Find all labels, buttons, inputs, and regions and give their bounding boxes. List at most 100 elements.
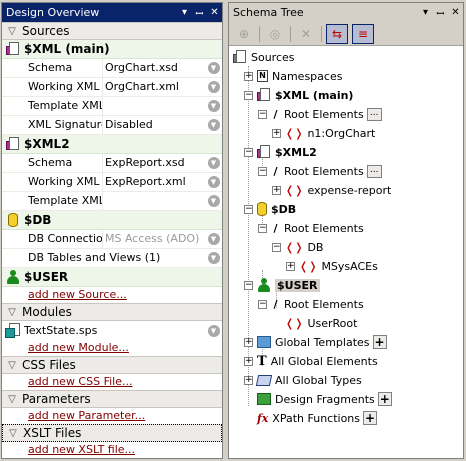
dropdown-icon[interactable]: ▼ <box>207 81 220 93</box>
collapse-icon[interactable]: − <box>258 109 267 119</box>
edit-root-elements-button[interactable]: ... <box>366 107 382 121</box>
dropdown-icon[interactable]: ▼ <box>207 119 220 131</box>
collapse-icon[interactable]: − <box>258 223 267 233</box>
section-xslt-files[interactable]: ▽ XSLT Files <box>2 424 222 442</box>
tree-item-xml2[interactable]: − $XML2 <box>244 143 317 161</box>
show-only-used-icon[interactable]: ≡ <box>352 23 374 44</box>
tree-item-expense-report[interactable]: + ❬❭ expense-report <box>272 181 391 199</box>
collapse-icon[interactable]: − <box>244 90 253 100</box>
collapse-icon[interactable]: − <box>258 299 267 309</box>
dropdown-icon[interactable]: ▼ <box>207 100 220 112</box>
property-value[interactable]: OrgChart.xml <box>103 78 205 96</box>
tree-item-msysaces[interactable]: + ❬❭ MSysACEs <box>286 257 378 275</box>
property-row[interactable]: DB Connection MS Access (ADO) ▼ <box>2 230 222 249</box>
add-design-fragment-button[interactable]: + <box>377 392 392 406</box>
dropdown-icon[interactable]: ▼ <box>207 157 220 169</box>
tree-item-global-templates[interactable]: + Global Templates + <box>244 333 387 351</box>
add-xslt-link[interactable]: add new XSLT file... <box>2 442 222 458</box>
expand-icon[interactable]: + <box>244 71 253 81</box>
dropdown-icon[interactable]: ▼ <box>207 62 220 74</box>
module-item[interactable]: TextState.sps ▼ <box>2 321 222 340</box>
dropdown-icon[interactable]: ▼ <box>207 233 220 245</box>
tree-item-namespaces[interactable]: + N Namespaces <box>244 67 342 85</box>
collapse-icon[interactable]: ▽ <box>2 26 22 37</box>
expand-icon[interactable]: + <box>286 261 295 271</box>
add-source-link[interactable]: add new Source... <box>2 287 222 303</box>
section-modules[interactable]: ▽ Modules <box>2 303 222 321</box>
panel-menu-icon[interactable]: ▾ <box>418 7 433 18</box>
section-css-files[interactable]: ▽ CSS Files <box>2 356 222 374</box>
property-row[interactable]: DB Tables and Views (1) ▼ <box>2 249 222 268</box>
tree-item-root-elements[interactable]: − / Root Elements <box>258 295 364 313</box>
tree-item-orgchart[interactable]: + ❬❭ n1:OrgChart <box>272 124 375 142</box>
sort-tree-icon[interactable]: ⇆ <box>326 23 348 44</box>
section-parameters[interactable]: ▽ Parameters <box>2 390 222 408</box>
source-user[interactable]: $USER <box>2 268 222 287</box>
tree-item-root-elements[interactable]: − / Root Elements <box>258 219 364 237</box>
collapse-icon[interactable]: − <box>244 204 253 214</box>
tree-item-xpath-functions[interactable]: fx XPath Functions + <box>257 409 378 427</box>
property-value[interactable] <box>182 249 205 267</box>
dropdown-icon[interactable]: ▼ <box>207 324 220 337</box>
property-row[interactable]: XML Signature Disabled ▼ <box>2 116 222 135</box>
expand-icon[interactable]: + <box>272 185 281 195</box>
collapse-icon[interactable]: − <box>258 166 267 176</box>
property-row[interactable]: Working XML OrgChart.xml ▼ <box>2 78 222 97</box>
section-sources[interactable]: ▽ Sources <box>2 22 222 40</box>
property-row[interactable]: Template XML ▼ <box>2 192 222 211</box>
dropdown-icon[interactable]: ▼ <box>207 176 220 188</box>
tree-item-db[interactable]: − $DB <box>244 200 296 218</box>
collapse-icon[interactable]: − <box>272 242 281 252</box>
property-value[interactable]: ExpReport.xml <box>103 173 205 191</box>
expand-icon[interactable]: + <box>244 337 253 347</box>
collapse-icon[interactable]: ▽ <box>2 394 22 405</box>
property-row[interactable]: Template XML ▼ <box>2 97 222 116</box>
source-xml2[interactable]: $XML2 <box>2 135 222 154</box>
collapse-icon[interactable]: − <box>244 280 253 290</box>
dropdown-icon[interactable]: ▼ <box>207 252 220 264</box>
property-value[interactable]: OrgChart.xsd <box>103 59 205 77</box>
pin-icon[interactable]: ꟷ <box>192 6 207 20</box>
tree-item-db-node[interactable]: − ❬❭ DB <box>272 238 323 256</box>
add-item-icon[interactable]: ⊕ <box>233 24 255 44</box>
source-db[interactable]: $DB <box>2 211 222 230</box>
tree-item-all-global-types[interactable]: + All Global Types <box>244 371 362 389</box>
tree-item-userroot[interactable]: ❬❭ UserRoot <box>285 314 357 332</box>
collapse-icon[interactable]: ▽ <box>3 428 23 439</box>
property-value[interactable]: Disabled <box>103 116 205 134</box>
tree-item-xml-main[interactable]: − $XML (main) <box>244 86 353 104</box>
panel-menu-icon[interactable]: ▾ <box>177 7 192 18</box>
tree-item-root-elements[interactable]: − / Root Elements ... <box>258 105 382 123</box>
add-parameter-link[interactable]: add new Parameter... <box>2 408 222 424</box>
properties-icon[interactable]: ◎ <box>264 24 286 44</box>
collapse-icon[interactable]: ▽ <box>2 360 22 371</box>
tree-item-root-elements[interactable]: − / Root Elements ... <box>258 162 382 180</box>
add-xpath-function-button[interactable]: + <box>363 411 378 425</box>
tree-item-sources[interactable]: Sources <box>233 48 295 66</box>
source-xml-main[interactable]: $XML (main) <box>2 40 222 59</box>
add-module-link[interactable]: add new Module... <box>2 340 222 356</box>
pin-icon[interactable]: ꟷ <box>433 6 448 20</box>
add-css-link[interactable]: add new CSS File... <box>2 374 222 390</box>
expand-icon[interactable]: + <box>244 356 253 366</box>
tree-item-all-global-elements[interactable]: + T All Global Elements <box>244 352 378 370</box>
close-icon[interactable]: ✕ <box>448 7 463 18</box>
property-row[interactable]: Working XML ExpReport.xml ▼ <box>2 173 222 192</box>
property-value[interactable] <box>103 97 205 115</box>
add-global-template-button[interactable]: + <box>372 335 387 349</box>
collapse-icon[interactable]: ▽ <box>2 307 22 318</box>
close-icon[interactable]: ✕ <box>207 7 222 18</box>
expand-icon[interactable]: + <box>272 128 281 138</box>
property-value[interactable]: MS Access (ADO) <box>103 230 205 248</box>
expand-icon[interactable]: + <box>244 375 253 385</box>
edit-root-elements-button[interactable]: ... <box>366 164 382 178</box>
property-row[interactable]: Schema OrgChart.xsd ▼ <box>2 59 222 78</box>
dropdown-icon[interactable]: ▼ <box>207 195 220 207</box>
collapse-icon[interactable]: − <box>244 147 253 157</box>
tree-item-design-fragments[interactable]: Design Fragments + <box>257 390 392 408</box>
property-value[interactable]: ExpReport.xsd <box>103 154 205 172</box>
property-value[interactable] <box>103 192 205 210</box>
tree-item-user[interactable]: − $USER <box>244 276 320 294</box>
property-row[interactable]: Schema ExpReport.xsd ▼ <box>2 154 222 173</box>
remove-icon[interactable]: ✕ <box>295 24 317 44</box>
